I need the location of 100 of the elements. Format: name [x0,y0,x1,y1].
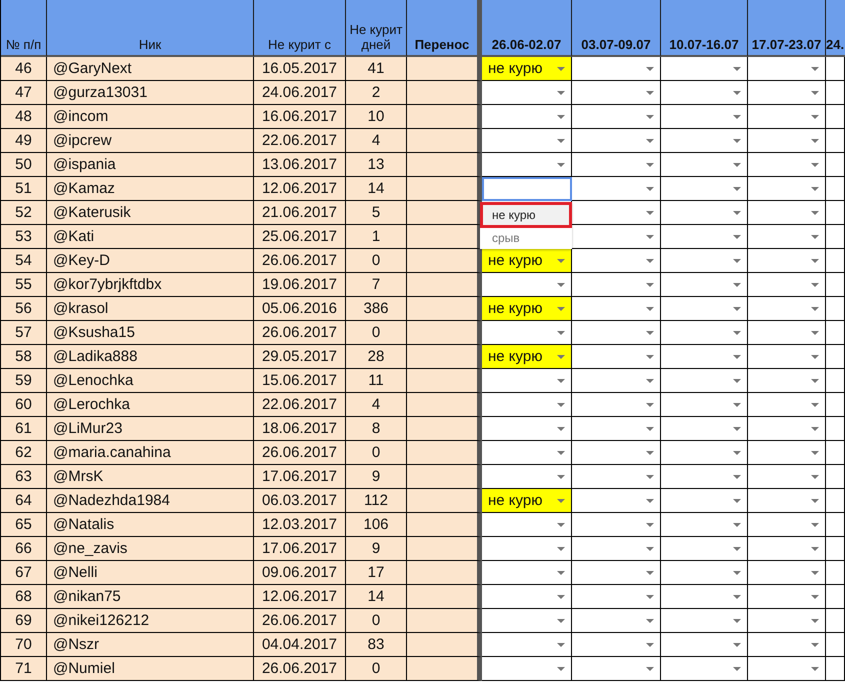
table-cell: 06.03.2017 [254,489,346,513]
table-cell: 22.06.2017 [254,393,346,417]
row-number: 67 [1,561,47,585]
column-header: 10.07-16.07 [661,0,748,57]
table-cell: 29.05.2017 [254,345,346,369]
row-number: 52 [1,201,47,225]
row-number: 65 [1,513,47,537]
table-cell: @Ksusha15 [47,321,254,345]
table-cell: 05.06.2016 [254,297,346,321]
row-number: 57 [1,321,47,345]
table-cell: 12.06.2017 [254,177,346,201]
table-cell: @Natalis [47,513,254,537]
table-cell: @ispania [47,153,254,177]
column-header: Не курит дней [346,0,407,57]
table-cell: 0 [346,657,407,681]
table-cell: 17 [346,561,407,585]
table-cell: 12.03.2017 [254,513,346,537]
row-number: 69 [1,609,47,633]
column-header: 26.06-02.07 [482,0,572,57]
row-number: 70 [1,633,47,657]
table-cell: 8 [346,417,407,441]
table-cell: 106 [346,513,407,537]
table-cell: 9 [346,465,407,489]
row-number: 64 [1,489,47,513]
table-cell: 04.04.2017 [254,633,346,657]
table-cell: 21.06.2017 [254,201,346,225]
row-number: 59 [1,369,47,393]
row-number: 50 [1,153,47,177]
column-header: Не курит с [254,0,346,57]
table-cell: 13 [346,153,407,177]
table-cell: 14 [346,177,407,201]
table-cell: 83 [346,633,407,657]
table-cell: 24.06.2017 [254,81,346,105]
table-cell: 16.05.2017 [254,57,346,81]
table-cell: 25.06.2017 [254,225,346,249]
table-cell: 386 [346,297,407,321]
table-cell: @ipcrew [47,129,254,153]
table-cell: @Nadezhda1984 [47,489,254,513]
table-cell: @Nszr [47,633,254,657]
table-cell: 0 [346,441,407,465]
table-cell: 0 [346,609,407,633]
row-number: 48 [1,105,47,129]
column-header: Перенос [407,0,482,57]
row-number: 47 [1,81,47,105]
table-cell: 2 [346,81,407,105]
table-cell: 14 [346,585,407,609]
table-cell: 10 [346,105,407,129]
table-cell: @Katerusik [47,201,254,225]
table-cell: @Kati [47,225,254,249]
table-cell: @ne_zavis [47,537,254,561]
table-cell: 09.06.2017 [254,561,346,585]
table-cell: @Lerochka [47,393,254,417]
row-number: 68 [1,585,47,609]
row-number: 62 [1,441,47,465]
table-cell: 17.06.2017 [254,465,346,489]
table-cell: 41 [346,57,407,81]
row-number: 54 [1,249,47,273]
table-cell: @GaryNext [47,57,254,81]
table-cell: @nikei126212 [47,609,254,633]
row-number: 56 [1,297,47,321]
table-cell: 26.06.2017 [254,441,346,465]
column-header: 24. [826,0,845,57]
table-cell: 1 [346,225,407,249]
table-cell: @incom [47,105,254,129]
column-header: 17.07-23.07 [748,0,826,57]
row-number: 46 [1,57,47,81]
table-cell: 26.06.2017 [254,321,346,345]
table-cell: @MrsK [47,465,254,489]
row-number: 60 [1,393,47,417]
table-cell: @Nelli [47,561,254,585]
table-cell: 26.06.2017 [254,249,346,273]
table-cell: 11 [346,369,407,393]
row-number: 53 [1,225,47,249]
row-number: 63 [1,465,47,489]
table-cell: @LiMur23 [47,417,254,441]
table-cell: 7 [346,273,407,297]
table-cell: 112 [346,489,407,513]
table-cell: 19.06.2017 [254,273,346,297]
table-cell: 12.06.2017 [254,585,346,609]
row-number: 71 [1,657,47,681]
table-cell: 0 [346,321,407,345]
column-header: № п/п [1,0,47,57]
row-number: 49 [1,129,47,153]
column-header: 03.07-09.07 [572,0,661,57]
table-cell: 18.06.2017 [254,417,346,441]
table-cell: @kor7ybrjkftdbx [47,273,254,297]
row-number: 61 [1,417,47,441]
table-cell: 26.06.2017 [254,657,346,681]
row-number: 51 [1,177,47,201]
table-cell: 5 [346,201,407,225]
table-cell: 0 [346,249,407,273]
table-cell: @krasol [47,297,254,321]
table-cell: @Ladika888 [47,345,254,369]
column-header: Ник [47,0,254,57]
table-cell: @gurza13031 [47,81,254,105]
table-cell: 17.06.2017 [254,537,346,561]
table-cell: @Key-D [47,249,254,273]
table-cell: 13.06.2017 [254,153,346,177]
table-cell: 9 [346,537,407,561]
table-cell: 4 [346,393,407,417]
